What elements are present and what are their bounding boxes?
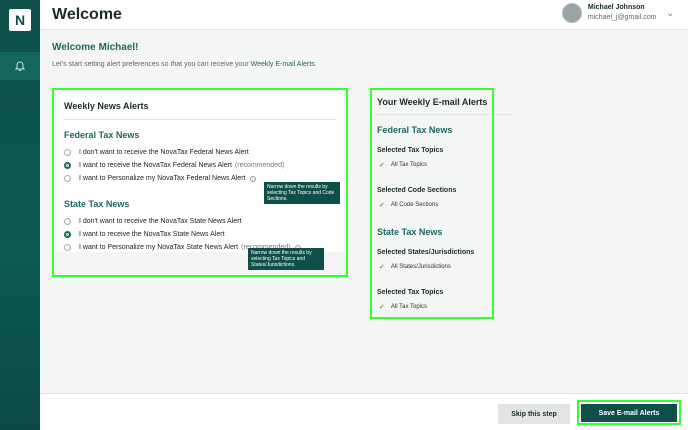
page-title: Welcome (52, 6, 122, 23)
chevron-down-icon[interactable]: ⌄ (666, 8, 674, 19)
top-header: Welcome Michael Johnson michael_j@gmail.… (40, 0, 688, 30)
highlight-box (52, 88, 348, 277)
bell-icon (15, 60, 25, 71)
avatar[interactable] (561, 3, 582, 23)
weekly-alerts-link[interactable]: Weekly E-mail Alerts (251, 61, 315, 68)
sidebar: N (0, 0, 40, 430)
user-menu[interactable]: Michael Johnson michael_j@gmail.com ⌄ (561, 3, 674, 23)
intro-text: Let's start setting alert preferences so… (52, 61, 317, 68)
welcome-heading: Welcome Michael! (52, 42, 139, 53)
intro-suffix: . (314, 61, 317, 68)
highlight-box (577, 400, 681, 425)
notifications-nav-item[interactable] (0, 52, 40, 80)
user-email: michael_j@gmail.com (587, 14, 657, 21)
user-name: Michael Johnson (587, 4, 645, 11)
intro-prefix: Let's start setting alert preferences so… (52, 61, 251, 68)
app-logo[interactable]: N (9, 9, 31, 31)
highlight-box (370, 88, 494, 319)
skip-step-button[interactable]: Skip this step (498, 404, 570, 424)
user-info: Michael Johnson michael_j@gmail.com (588, 3, 657, 23)
